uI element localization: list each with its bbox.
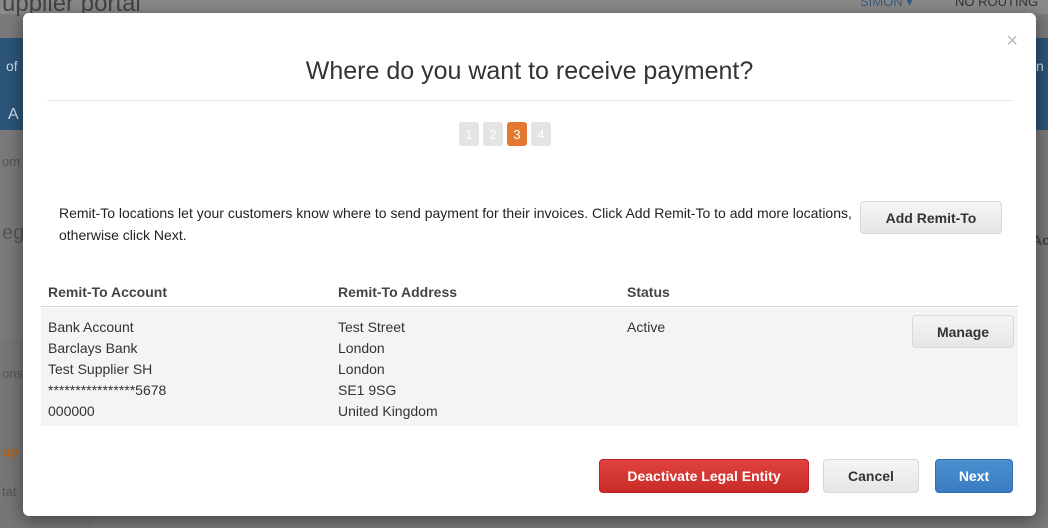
header-remit-to-account: Remit-To Account xyxy=(48,284,167,300)
status-value: Active xyxy=(627,319,666,335)
address-postcode: SE1 9SG xyxy=(338,382,397,398)
step-1[interactable]: 1 xyxy=(459,122,479,146)
table-divider xyxy=(41,306,1018,307)
address-region: London xyxy=(338,361,385,377)
account-number: ****************5678 xyxy=(48,382,167,398)
table-row xyxy=(41,308,1018,426)
bg-left-fragment: ons xyxy=(2,366,23,381)
address-street: Test Street xyxy=(338,319,405,335)
deactivate-legal-entity-button[interactable]: Deactivate Legal Entity xyxy=(599,459,809,493)
step-indicator: 1 2 3 4 xyxy=(459,122,551,146)
add-remit-to-button[interactable]: Add Remit-To xyxy=(860,201,1002,234)
account-type: Bank Account xyxy=(48,319,134,335)
receive-payment-modal: × Where do you want to receive payment? … xyxy=(23,13,1036,516)
manage-button[interactable]: Manage xyxy=(912,315,1014,348)
status-cell: Active xyxy=(627,317,665,338)
remit-to-account-cell: Bank Account Barclays Bank Test Supplier… xyxy=(48,317,166,422)
remit-to-address-cell: Test Street London London SE1 9SG United… xyxy=(338,317,438,422)
sort-code: 000000 xyxy=(48,403,95,419)
bg-left-fragment: up xyxy=(2,444,18,459)
step-3-active[interactable]: 3 xyxy=(507,122,527,146)
bank-name: Barclays Bank xyxy=(48,340,138,356)
close-icon[interactable]: × xyxy=(1006,31,1018,51)
bg-left-fragment: tat xyxy=(2,484,17,499)
title-divider xyxy=(47,100,1013,101)
bg-left-fragment: om xyxy=(2,154,21,169)
header-status: Status xyxy=(627,284,670,300)
bg-nav-fragment: A xyxy=(8,106,19,123)
modal-title: Where do you want to receive payment? xyxy=(305,57,754,85)
bg-user-menu: SIMON ▾ xyxy=(860,0,913,9)
address-country: United Kingdom xyxy=(338,403,438,419)
bg-nav-fragment: n xyxy=(1036,58,1044,74)
account-holder: Test Supplier SH xyxy=(48,361,153,377)
next-button[interactable]: Next xyxy=(935,459,1013,493)
intro-text: Remit-To locations let your customers kn… xyxy=(59,205,852,243)
bg-nav-fragment: of xyxy=(6,58,18,74)
step-4[interactable]: 4 xyxy=(531,122,551,146)
bg-location: NO ROUTING xyxy=(955,0,1039,9)
address-city: London xyxy=(338,340,385,356)
cancel-button[interactable]: Cancel xyxy=(823,459,919,493)
bg-left-fragment: eg xyxy=(2,222,25,244)
header-remit-to-address: Remit-To Address xyxy=(338,284,458,300)
step-2[interactable]: 2 xyxy=(483,122,503,146)
